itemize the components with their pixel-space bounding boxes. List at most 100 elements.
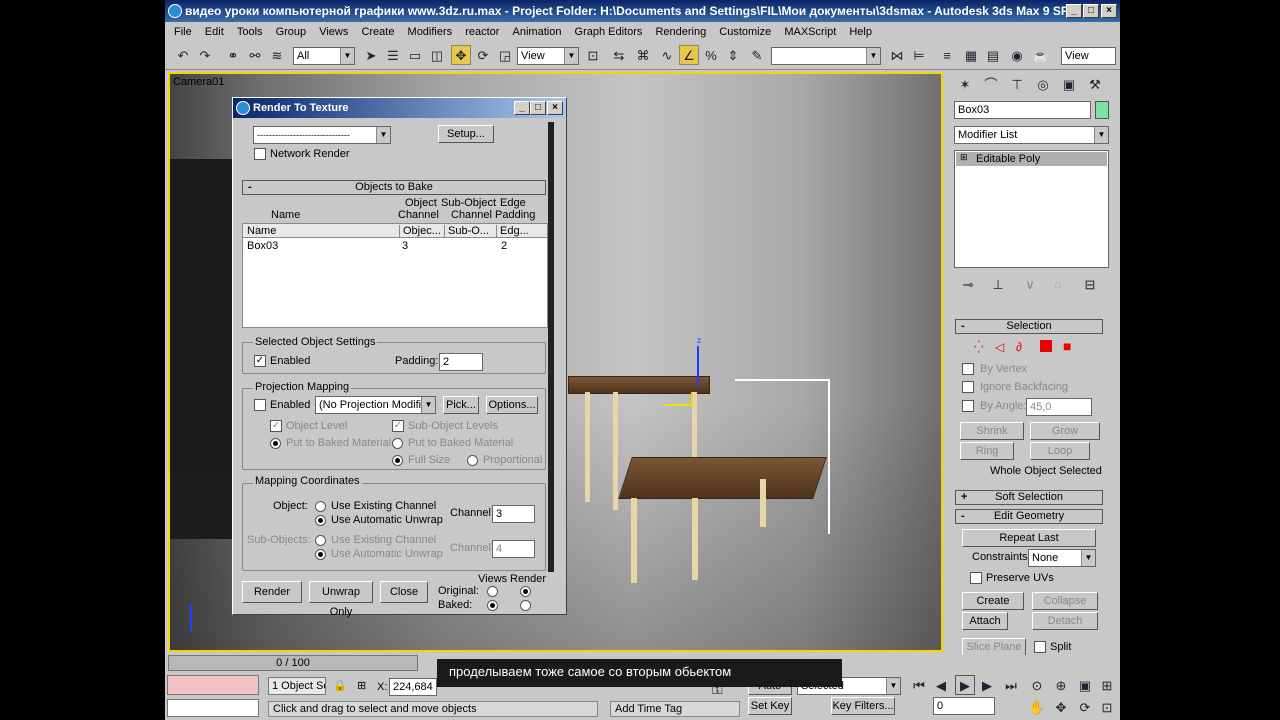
render-view-dropdown[interactable]: View [1061,47,1116,65]
grow-button[interactable]: Grow [1030,422,1100,440]
maximize-viewport-icon[interactable]: ⊡ [1097,697,1117,717]
move-gizmo-z-axis[interactable] [697,346,699,386]
angle-spinner[interactable]: 45,0 [1026,398,1092,416]
create-button[interactable]: Create [962,592,1024,610]
angle-snap-icon[interactable]: ∠ [679,45,699,65]
redo-icon[interactable]: ↷ [195,45,215,65]
close-button[interactable]: × [1101,4,1117,18]
menu-help[interactable]: Help [844,22,877,42]
absolute-mode-icon[interactable]: ⊞ [357,679,366,692]
projection-modifier-dropdown[interactable]: (No Projection Modifier) ▼ [315,396,436,414]
edit-named-selection-icon[interactable]: ✎ [747,45,767,65]
spinner-snap-icon[interactable]: ⇕ [723,45,743,65]
select-and-manipulate-icon[interactable]: ⇆ [609,45,629,65]
hierarchy-tab-icon[interactable]: ⊤ [1007,74,1027,94]
baked-views-radio[interactable] [487,600,498,611]
split-checkbox[interactable] [1034,641,1046,653]
proportional-radio[interactable] [467,455,478,466]
dialog-minimize-button[interactable]: _ [514,101,530,115]
border-icon[interactable]: ∂ [1016,340,1022,354]
zoom-extents-all-icon[interactable]: ⊞ [1097,675,1117,695]
link-icon[interactable]: ⚭ [223,45,243,65]
x-coordinate[interactable]: 224,684 [389,678,437,696]
render-scene-icon[interactable]: ☕ [1031,45,1051,65]
modifier-stack[interactable]: ⊞ Editable Poly [954,150,1109,268]
zoom-all-icon[interactable]: ⊕ [1051,675,1071,695]
viewport-label[interactable]: Camera01 [173,76,224,88]
shrink-button[interactable]: Shrink [960,422,1024,440]
use-automatic-unwrap-radio[interactable] [315,515,326,526]
menu-group[interactable]: Group [271,22,312,42]
reference-coordinate-dropdown[interactable]: View ▼ [517,47,579,65]
time-slider[interactable]: 0 / 100 [168,655,418,671]
dialog-maximize-button[interactable]: □ [530,101,546,115]
ignore-backfacing-checkbox[interactable] [962,381,974,393]
minimize-button[interactable]: _ [1066,4,1082,18]
menu-edit[interactable]: Edit [200,22,229,42]
menu-maxscript[interactable]: MAXScript [779,22,841,42]
original-render-radio[interactable] [520,586,531,597]
pin-stack-icon[interactable]: ⊸ [958,274,978,294]
sub-object-levels-checkbox[interactable]: ✓ [392,420,404,432]
go-to-end-icon[interactable]: ⏭ [1001,675,1021,695]
menu-modifiers[interactable]: Modifiers [403,22,458,42]
padding-spinner[interactable]: 2 [439,353,483,371]
previous-frame-icon[interactable]: ◀ [931,675,951,695]
select-and-rotate-icon[interactable]: ⟳ [473,45,493,65]
select-and-move-icon[interactable]: ✥ [451,45,471,65]
align-icon[interactable]: ⊨ [909,45,929,65]
keyboard-shortcut-icon[interactable]: ⌘ [633,45,653,65]
menu-rendering[interactable]: Rendering [650,22,711,42]
sub-use-existing-radio[interactable] [315,535,326,546]
col-sub-object-channel[interactable]: Sub-O... [444,225,489,237]
move-gizmo[interactable] [663,392,693,406]
modifier-list-dropdown[interactable]: Modifier List ▼ [954,126,1109,144]
selection-rollout[interactable]: - Selection [955,319,1103,334]
col-object-channel[interactable]: Objec... [399,225,441,237]
show-end-result-icon[interactable]: ⊥ [988,274,1008,294]
orbit-icon[interactable]: ⟳ [1075,697,1095,717]
maxscript-listener[interactable] [167,675,259,695]
col-edge-padding[interactable]: Edg... [496,225,529,237]
motion-tab-icon[interactable]: ◎ [1033,74,1053,94]
vertex-icon[interactable]: ⁛ [974,340,984,354]
setup-button[interactable]: Setup... [438,125,494,143]
baked-render-radio[interactable] [520,600,531,611]
table-row[interactable]: Box03 3 2 [243,239,547,253]
sub-channel-spinner[interactable]: 4 [492,540,535,558]
soft-selection-rollout[interactable]: + Soft Selection [955,490,1103,505]
lock-icon[interactable]: 🔒 [333,679,347,692]
edit-geometry-rollout[interactable]: - Edit Geometry [955,509,1103,524]
menu-tools[interactable]: Tools [232,22,268,42]
options-button[interactable]: Options... [486,396,538,414]
by-angle-checkbox[interactable] [962,400,974,412]
put-baked-radio-2[interactable] [392,438,403,449]
named-selection-dropdown[interactable]: ▼ [771,47,881,65]
constraints-dropdown[interactable]: None ▼ [1028,549,1096,567]
stack-item[interactable]: ⊞ Editable Poly [956,152,1107,166]
original-views-radio[interactable] [487,586,498,597]
select-object-icon[interactable]: ➤ [361,45,381,65]
col-name[interactable]: Name [247,225,276,237]
curve-editor-icon[interactable]: ▦ [961,45,981,65]
renderer-dropdown[interactable]: ------------------------------- ▼ [253,126,391,144]
menu-reactor[interactable]: reactor [460,22,504,42]
layer-manager-icon[interactable]: ≡ [937,45,957,65]
menu-graph-editors[interactable]: Graph Editors [570,22,648,42]
unlink-icon[interactable]: ⚯ [245,45,265,65]
put-baked-radio-1[interactable] [270,438,281,449]
by-vertex-checkbox[interactable] [962,363,974,375]
key-filters-button[interactable]: Key Filters... [831,697,895,715]
menu-views[interactable]: Views [314,22,353,42]
unwrap-only-button[interactable]: Unwrap Only [309,581,373,618]
close-dialog-button[interactable]: Close [380,581,428,603]
current-frame-field[interactable]: 0 [933,697,995,715]
zoom-icon[interactable]: ⊙ [1027,675,1047,695]
remove-modifier-icon[interactable]: ◌ [1048,274,1068,294]
menu-animation[interactable]: Animation [508,22,567,42]
material-editor-icon[interactable]: ◉ [1007,45,1027,65]
collapse-button[interactable]: Collapse [1032,592,1098,610]
preserve-uvs-checkbox[interactable] [970,572,982,584]
modify-tab-icon[interactable]: ⌒ [981,74,1001,94]
menu-file[interactable]: File [169,22,197,42]
